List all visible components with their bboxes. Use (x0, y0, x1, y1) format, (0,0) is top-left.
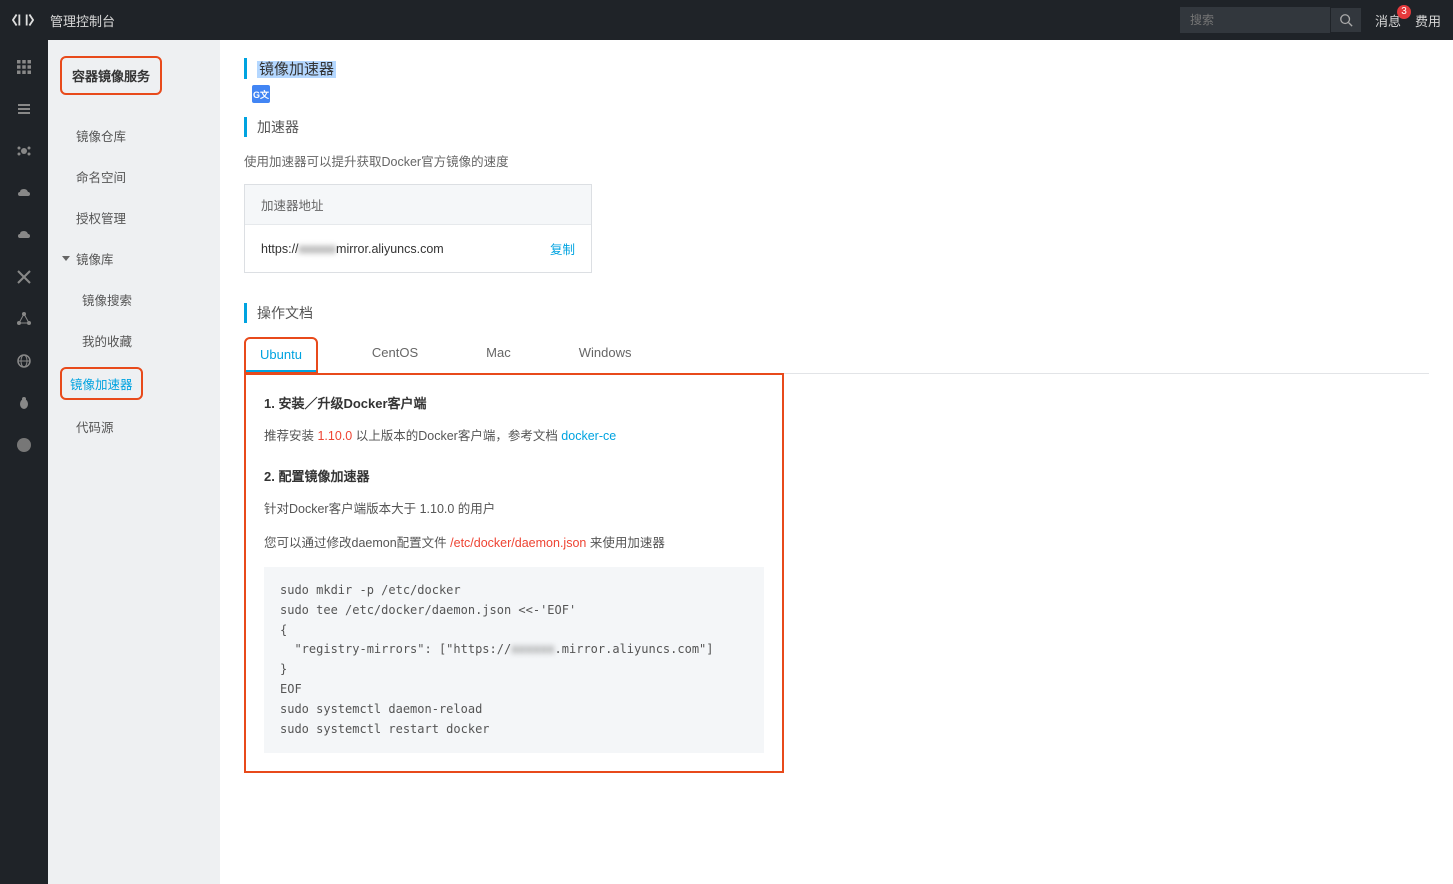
translate-icon[interactable]: G文 (252, 85, 270, 103)
doc-p2: 针对Docker客户端版本大于 1.10.0 的用户 (264, 499, 764, 519)
rail-dot-icon[interactable] (15, 436, 33, 454)
code-block: sudo mkdir -p /etc/docker sudo tee /etc/… (264, 567, 764, 753)
rail-cloud2-icon[interactable] (15, 226, 33, 244)
doc-tabs: Ubuntu CentOS Mac Windows (244, 337, 1429, 374)
tab-ubuntu[interactable]: Ubuntu (246, 339, 316, 372)
section-accel-title: 加速器 (244, 117, 1429, 137)
rail-dashboard-icon[interactable] (15, 142, 33, 160)
accel-box-header: 加速器地址 (245, 185, 591, 225)
docker-ce-link[interactable]: docker-ce (561, 429, 616, 443)
sidebar-item-repo[interactable]: 镜像仓库 (48, 115, 220, 156)
tab-windows[interactable]: Windows (565, 337, 646, 373)
doc-h1: 1. 安装／升级Docker客户端 (264, 393, 764, 412)
notification-label: 消息 (1375, 14, 1401, 29)
search-input[interactable] (1180, 7, 1330, 33)
doc-p1: 推荐安装 1.10.0 以上版本的Docker客户端，参考文档 docker-c… (264, 426, 764, 446)
search-box (1180, 7, 1361, 33)
section-accel-desc: 使用加速器可以提升获取Docker官方镜像的速度 (244, 151, 1429, 170)
rail-bug-icon[interactable] (15, 394, 33, 412)
chevron-down-icon (62, 256, 70, 261)
search-button[interactable] (1331, 8, 1361, 32)
doc-p3: 您可以通过修改daemon配置文件 /etc/docker/daemon.jso… (264, 533, 764, 553)
top-bar: 管理控制台 消息 3 费用 (0, 0, 1453, 40)
sidebar-item-namespace[interactable]: 命名空间 (48, 156, 220, 197)
rail-apps-icon[interactable] (15, 58, 33, 76)
main-content: 镜像加速器 G文 加速器 使用加速器可以提升获取Docker官方镜像的速度 加速… (220, 40, 1453, 884)
rail-globe-icon[interactable] (15, 352, 33, 370)
icon-rail (0, 40, 48, 884)
page-title: 镜像加速器 (257, 61, 336, 78)
sidebar-item-auth[interactable]: 授权管理 (48, 197, 220, 238)
sidebar-item-library[interactable]: 镜像库 (48, 238, 220, 279)
sidebar-item-label: 镜像库 (76, 249, 114, 268)
sidebar-item-fav[interactable]: 我的收藏 (48, 320, 220, 361)
cost-link[interactable]: 费用 (1415, 11, 1441, 30)
rail-layers-icon[interactable] (15, 100, 33, 118)
rail-tools-icon[interactable] (15, 268, 33, 286)
section-docs-title: 操作文档 (244, 303, 1429, 323)
sidebar-item-source[interactable]: 代码源 (48, 406, 220, 447)
sidebar-item-search[interactable]: 镜像搜索 (48, 279, 220, 320)
side-nav: 容器镜像服务 镜像仓库 命名空间 授权管理 镜像库 镜像搜索 我的收藏 镜像加速… (48, 40, 220, 884)
accel-url-box: 加速器地址 https://xxxxxxmirror.aliyuncs.com … (244, 184, 592, 273)
console-title: 管理控制台 (50, 11, 115, 30)
sidebar-item-label: 镜像加速器 (60, 367, 143, 400)
notification-link[interactable]: 消息 3 (1375, 11, 1401, 30)
tab-mac[interactable]: Mac (472, 337, 525, 373)
side-nav-title: 容器镜像服务 (60, 56, 162, 95)
rail-cloud-icon[interactable] (15, 184, 33, 202)
copy-button[interactable]: 复制 (550, 239, 575, 258)
page-title-line: 镜像加速器 (244, 58, 1429, 79)
sidebar-item-accel[interactable]: 镜像加速器 (48, 361, 220, 406)
doc-h2: 2. 配置镜像加速器 (264, 466, 764, 485)
rail-network-icon[interactable] (15, 310, 33, 328)
doc-content: 1. 安装／升级Docker客户端 推荐安装 1.10.0 以上版本的Docke… (244, 373, 784, 773)
accel-url: https://xxxxxxmirror.aliyuncs.com (261, 242, 444, 256)
tab-centos[interactable]: CentOS (358, 337, 432, 373)
notification-badge: 3 (1397, 5, 1411, 19)
search-icon (1339, 13, 1353, 27)
brand-logo-icon[interactable] (12, 12, 34, 28)
